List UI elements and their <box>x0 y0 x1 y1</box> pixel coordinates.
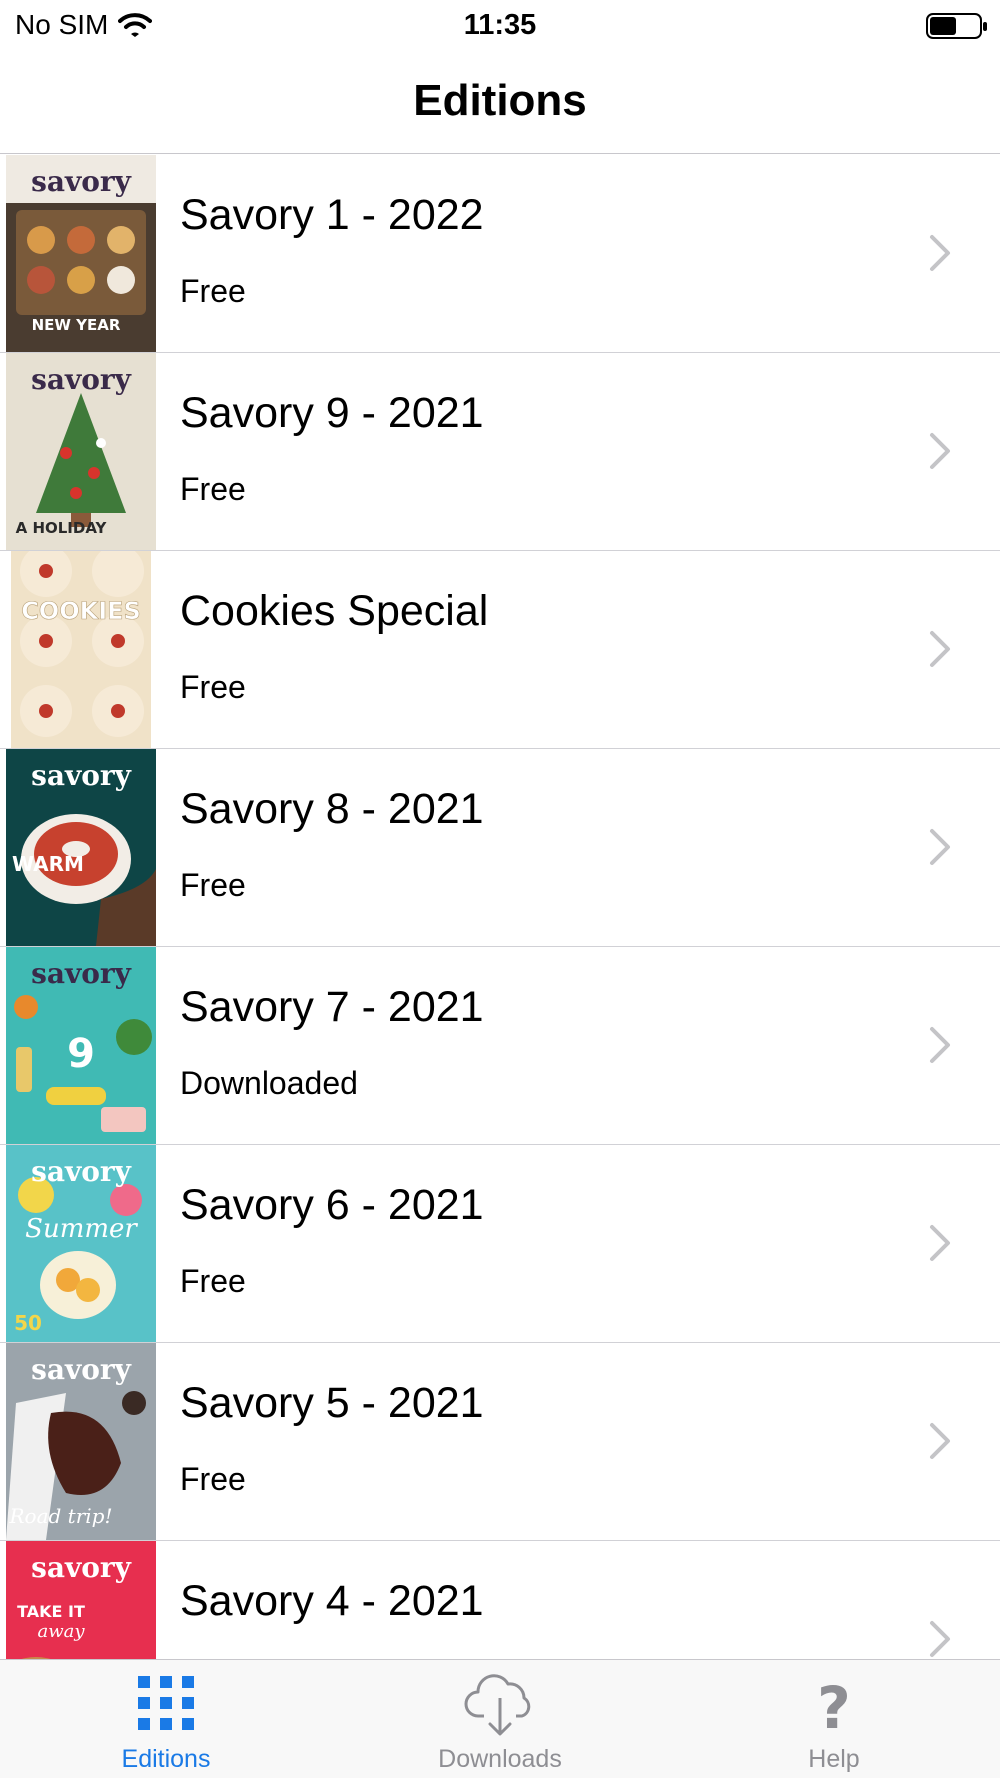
chevron-right-icon <box>930 1027 950 1063</box>
svg-text:TAKE IT: TAKE IT <box>17 1602 85 1621</box>
question-mark-icon: ? <box>817 1676 851 1736</box>
edition-status: Free <box>180 867 246 903</box>
tab-help-label: Help <box>808 1745 860 1773</box>
edition-row[interactable]: savory Summer 50 Savory 6 - 2021 Free <box>0 1145 1000 1343</box>
svg-text:Summer: Summer <box>25 1214 138 1244</box>
edition-status: Free <box>180 669 246 705</box>
tab-downloads[interactable]: Downloads <box>400 1660 600 1778</box>
edition-cover: savory TAKE IT away <box>6 1541 156 1659</box>
edition-row[interactable]: savory WARM Savory 8 - 2021 Free <box>0 749 1000 947</box>
svg-text:A HOLIDAY: A HOLIDAY <box>16 519 108 537</box>
edition-row[interactable]: savory 9 Savory 7 - 2021 Downloaded <box>0 947 1000 1145</box>
edition-cover: savory Summer 50 <box>6 1145 156 1342</box>
chevron-right-icon <box>930 631 950 667</box>
edition-title: Cookies Special <box>180 587 489 635</box>
svg-text:WARM: WARM <box>12 852 84 876</box>
svg-text:savory: savory <box>31 1353 132 1386</box>
edition-cover: savory WARM <box>6 749 156 946</box>
status-bar: No SIM 11:35 <box>0 0 1000 52</box>
navigation-bar: Editions <box>0 52 1000 154</box>
svg-text:savory: savory <box>31 165 132 198</box>
edition-title: Savory 4 - 2021 <box>180 1577 484 1625</box>
edition-title: Savory 6 - 2021 <box>180 1181 484 1229</box>
chevron-right-icon <box>930 235 950 271</box>
svg-text:savory: savory <box>31 363 132 396</box>
edition-title: Savory 8 - 2021 <box>180 785 484 833</box>
tab-editions[interactable]: Editions <box>66 1660 266 1778</box>
edition-title: Savory 5 - 2021 <box>180 1379 484 1427</box>
edition-cover: savory 9 <box>6 947 156 1144</box>
tab-downloads-label: Downloads <box>438 1745 562 1773</box>
chevron-right-icon <box>930 1225 950 1261</box>
edition-cover: savory NEW YEAR <box>6 155 156 352</box>
svg-text:COOKIES: COOKIES <box>21 597 141 625</box>
chevron-right-icon <box>930 829 950 865</box>
svg-text:50: 50 <box>14 1311 42 1335</box>
clock: 11:35 <box>463 9 537 41</box>
svg-text:Road trip!: Road trip! <box>8 1504 112 1528</box>
tab-help[interactable]: ? Help <box>734 1660 934 1778</box>
edition-title: Savory 1 - 2022 <box>180 191 484 239</box>
edition-row[interactable]: COOKIES Cookies Special Free <box>0 551 1000 749</box>
editions-list[interactable]: savory NEW YEAR Savory 1 - 2022 Free sav… <box>0 155 1000 1659</box>
cloud-download-icon <box>464 1674 531 1736</box>
edition-cover: savory Road trip! <box>6 1343 156 1540</box>
edition-row[interactable]: savory A HOLIDAY Savory 9 - 2021 Free <box>0 353 1000 551</box>
edition-title: Savory 9 - 2021 <box>180 389 484 437</box>
edition-row[interactable]: savory NEW YEAR Savory 1 - 2022 Free <box>0 155 1000 353</box>
edition-row[interactable]: savory Road trip! Savory 5 - 2021 Free <box>0 1343 1000 1541</box>
edition-status: Free <box>180 1461 246 1497</box>
svg-text:savory: savory <box>31 1551 132 1584</box>
grid-icon <box>138 1676 194 1730</box>
tab-bar: Editions Downloads ? Help <box>0 1659 1000 1778</box>
svg-text:away: away <box>37 1621 85 1642</box>
svg-text:9: 9 <box>67 1031 95 1077</box>
battery-icon <box>926 13 987 39</box>
edition-title: Savory 7 - 2021 <box>180 983 484 1031</box>
tab-editions-label: Editions <box>121 1745 211 1773</box>
edition-status: Downloaded <box>180 1065 358 1101</box>
page-title: Editions <box>413 76 587 125</box>
svg-text:savory: savory <box>31 759 132 792</box>
edition-cover: COOKIES <box>6 551 156 748</box>
chevron-right-icon <box>930 1621 950 1657</box>
svg-text:NEW YEAR: NEW YEAR <box>32 316 121 334</box>
edition-status: Free <box>180 273 246 309</box>
svg-text:savory: savory <box>31 957 132 990</box>
edition-status: Free <box>180 1263 246 1299</box>
edition-row[interactable]: savory TAKE IT away Savory 4 - 2021 <box>0 1541 1000 1659</box>
edition-status: Free <box>180 471 246 507</box>
edition-cover: savory A HOLIDAY <box>6 353 156 550</box>
svg-text:savory: savory <box>31 1155 132 1188</box>
svg-text:?: ? <box>817 1676 851 1736</box>
chevron-right-icon <box>930 1423 950 1459</box>
chevron-right-icon <box>930 433 950 469</box>
